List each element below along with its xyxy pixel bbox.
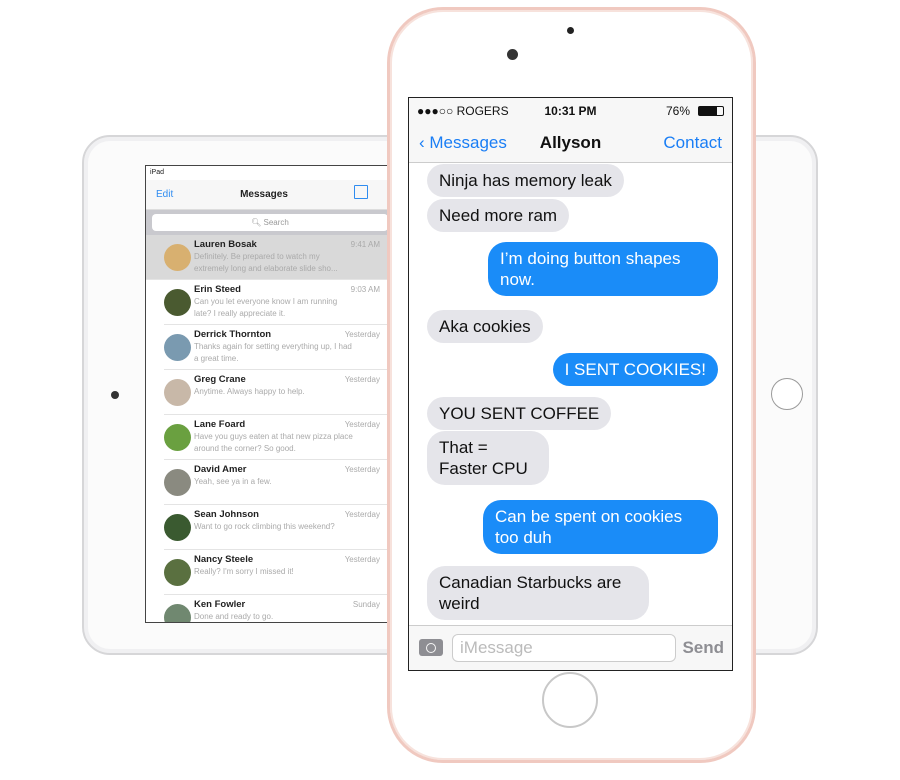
avatar <box>164 559 191 586</box>
message-preview: Thanks again for setting everything up, … <box>194 342 352 363</box>
avatar <box>164 289 191 316</box>
iphone-home-button[interactable] <box>542 672 598 728</box>
message-time: Yesterday <box>344 510 380 519</box>
conversation-row[interactable]: Lauren Bosak 9:41 AM Definitely. Be prep… <box>146 235 394 280</box>
avatar <box>164 379 191 406</box>
conversation-row[interactable]: Lane Foard Yesterday Have you guys eaten… <box>164 415 394 460</box>
conversation-row[interactable]: Ken Fowler Sunday Done and ready to go. <box>164 595 394 622</box>
iphone-speaker <box>567 27 574 34</box>
message-preview: Anytime. Always happy to help. <box>194 387 305 396</box>
ipad-nav-bar: Edit Messages <box>146 180 394 210</box>
contact-name: David Amer <box>194 464 247 475</box>
contact-name: Lane Foard <box>194 419 246 430</box>
outgoing-bubble[interactable]: I’m doing button shapes now. <box>488 242 718 296</box>
message-time: Yesterday <box>344 555 380 564</box>
conversation-list: Lauren Bosak 9:41 AM Definitely. Be prep… <box>146 235 394 622</box>
avatar <box>164 469 191 496</box>
battery-icon <box>698 106 724 116</box>
contact-name: Derrick Thornton <box>194 329 272 340</box>
iphone-camera <box>507 49 518 60</box>
incoming-bubble[interactable]: Canadian Starbucks are weird <box>427 566 649 620</box>
conversation-row[interactable]: Nancy Steele Yesterday Really? I'm sorry… <box>164 550 394 595</box>
ipad-status-bar: iPad <box>150 169 165 176</box>
ipad-home-button[interactable] <box>771 378 803 410</box>
message-preview: Want to go rock climbing this weekend? <box>194 522 335 531</box>
incoming-bubble[interactable]: Need more ram <box>427 199 570 232</box>
contact-name: Ken Fowler <box>194 599 246 610</box>
message-preview: Definitely. Be prepared to watch my extr… <box>194 252 338 273</box>
status-bar: ●●●○○ ROGERS 10:31 PM 76% <box>409 98 732 123</box>
message-time: Yesterday <box>344 330 380 339</box>
contact-name: Greg Crane <box>194 374 246 385</box>
conversation-row[interactable]: Derrick Thornton Yesterday Thanks again … <box>164 325 394 370</box>
message-time: 9:03 AM <box>350 285 380 294</box>
search-placeholder: Search <box>263 218 289 227</box>
message-input[interactable]: iMessage <box>452 634 676 662</box>
conversation-row[interactable]: Sean Johnson Yesterday Want to go rock c… <box>164 505 394 550</box>
message-time: Yesterday <box>344 420 380 429</box>
incoming-bubble[interactable]: YOU SENT COFFEE <box>427 397 612 430</box>
send-button[interactable]: Send <box>682 638 724 658</box>
iphone-screen: ●●●○○ ROGERS 10:31 PM 76% ‹ Messages All… <box>408 97 733 671</box>
conversation-row[interactable]: David Amer Yesterday Yeah, see ya in a f… <box>164 460 394 505</box>
avatar <box>164 244 191 271</box>
message-preview: Yeah, see ya in a few. <box>194 477 272 486</box>
contact-name: Sean Johnson <box>194 509 259 520</box>
contact-name: Nancy Steele <box>194 554 254 565</box>
message-time: Sunday <box>352 600 380 609</box>
incoming-bubble[interactable]: Aka cookies <box>427 310 543 343</box>
input-bar: iMessage Send <box>409 625 732 670</box>
camera-icon[interactable] <box>419 639 443 656</box>
contact-button[interactable]: Contact <box>663 133 722 153</box>
outgoing-bubble[interactable]: Can be spent on cookies too duh <box>483 500 718 554</box>
message-time: Yesterday <box>344 465 380 474</box>
ipad-camera <box>111 391 119 399</box>
message-time: Yesterday <box>344 375 380 384</box>
message-preview: Done and ready to go. <box>194 612 274 621</box>
ipad-title: Messages <box>240 189 288 200</box>
message-time: 9:41 AM <box>350 240 380 249</box>
incoming-bubble[interactable]: That = Faster CPU <box>427 431 549 485</box>
avatar <box>164 334 191 361</box>
conversation-row[interactable]: Greg Crane Yesterday Anytime. Always hap… <box>164 370 394 415</box>
avatar <box>164 604 191 622</box>
avatar <box>164 424 191 451</box>
contact-name: Erin Steed <box>194 284 241 295</box>
nav-bar: ‹ Messages Allyson Contact <box>409 123 732 163</box>
incoming-bubble[interactable]: Ninja has memory leak <box>427 164 624 197</box>
ipad-screen: iPad Edit Messages 🔍︎ Search Lauren Bosa… <box>145 165 395 623</box>
message-preview: Can you let everyone know I am running l… <box>194 297 338 318</box>
search-bar: 🔍︎ Search <box>146 210 394 235</box>
battery-percent: 76% <box>665 104 690 118</box>
compose-icon[interactable] <box>354 185 368 199</box>
avatar <box>164 514 191 541</box>
search-input[interactable]: 🔍︎ Search <box>152 214 388 231</box>
message-preview: Really? I'm sorry I missed it! <box>194 567 294 576</box>
contact-name: Lauren Bosak <box>194 239 257 250</box>
outgoing-bubble[interactable]: I SENT COOKIES! <box>552 353 718 386</box>
message-preview: Have you guys eaten at that new pizza pl… <box>194 432 353 453</box>
conversation-row[interactable]: Erin Steed 9:03 AM Can you let everyone … <box>164 280 394 325</box>
